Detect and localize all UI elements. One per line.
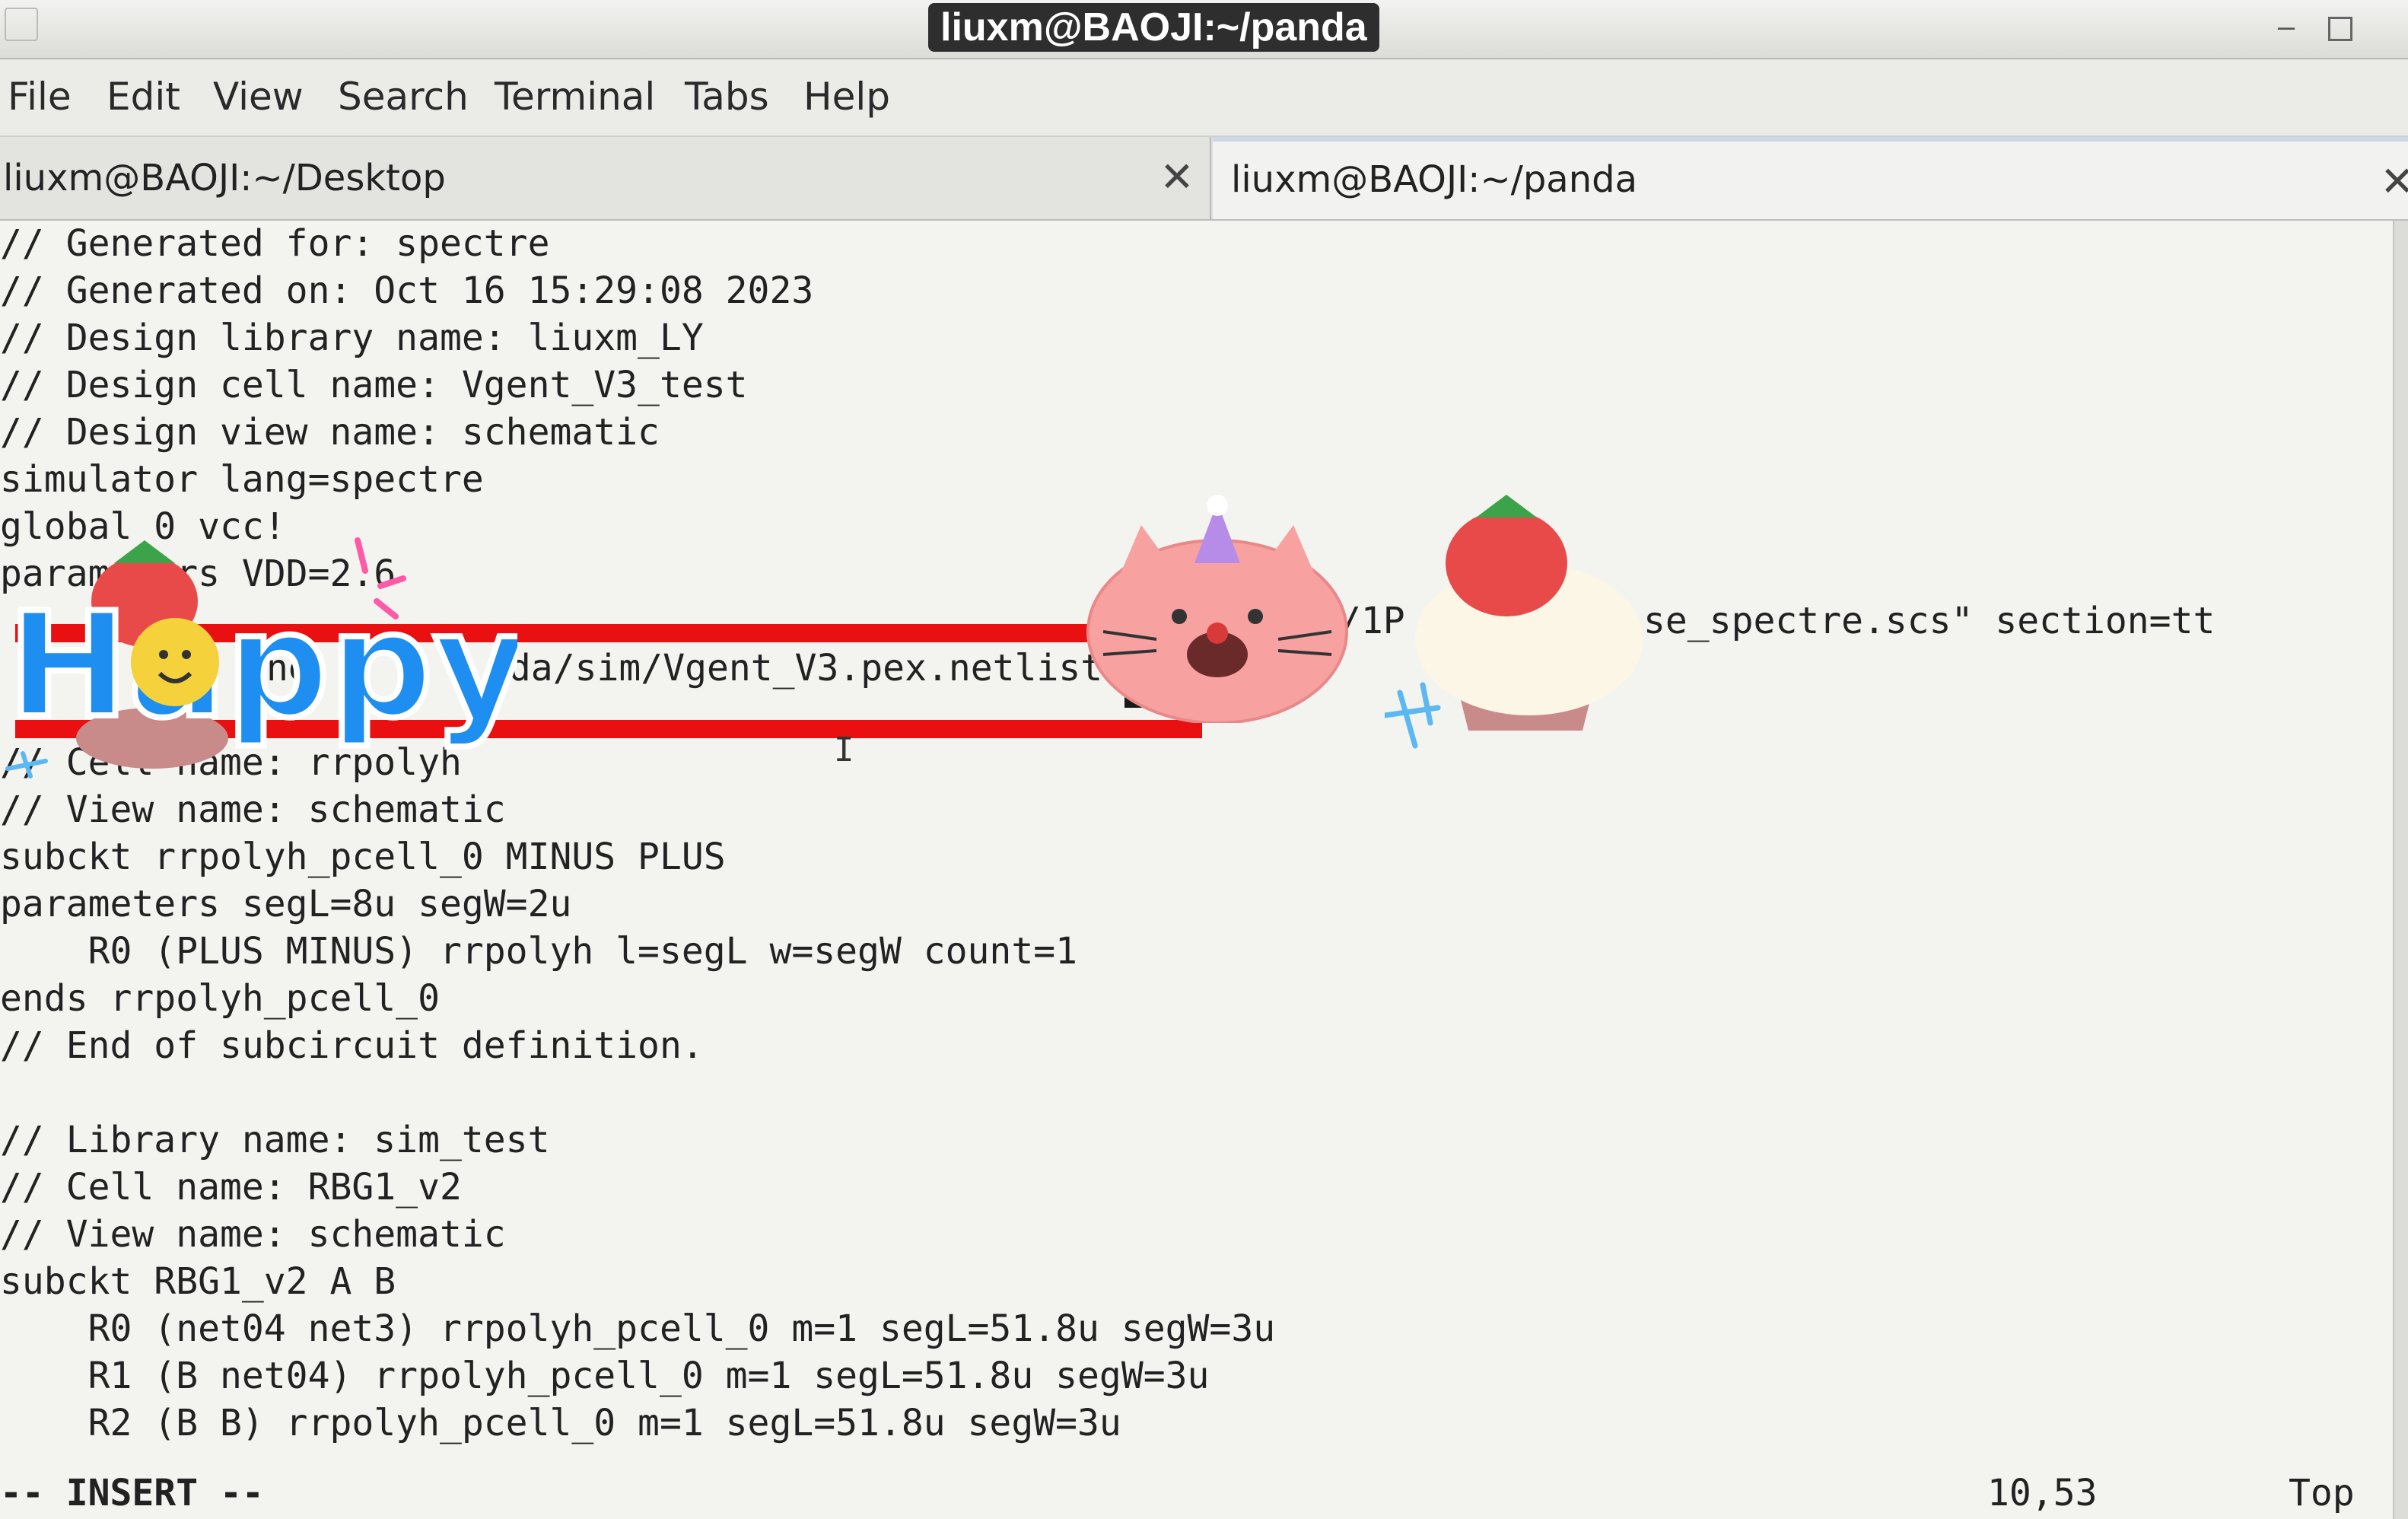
tab-label: liuxm@BAOJI:~/panda	[1231, 158, 1638, 201]
app-icon	[5, 8, 38, 41]
terminal-line: R2 (B B) rrpolyh_pcell_0 m=1 segL=51.8u …	[0, 1402, 1121, 1444]
insert-mode-indicator: -- INSERT --	[0, 1472, 264, 1514]
window-title: liuxm@BAOJI:~/panda	[928, 3, 1379, 52]
terminal-line-fragment: se_spectre.scs" section=tt	[1643, 600, 2216, 642]
terminal-line: // View name: schematic	[0, 788, 506, 831]
tab-bar: liuxm@BAOJI:~/Desktop ✕ liuxm@BAOJI:~/pa…	[0, 137, 2408, 221]
terminal-line: // Library name: sim_test	[0, 1119, 550, 1161]
terminal-line: ends rrpolyh_pcell_0	[0, 977, 440, 1020]
tab-label: liuxm@BAOJI:~/Desktop	[3, 157, 446, 199]
happy-sticker: Happy	[5, 537, 517, 779]
terminal-line: R1 (B net04) rrpolyh_pcell_0 m=1 segL=51…	[0, 1355, 1210, 1397]
terminal-line: // End of subcircuit definition.	[0, 1024, 704, 1067]
menu-edit[interactable]: Edit	[107, 75, 180, 119]
terminal-line: // Cell name: RBG1_v2	[0, 1166, 462, 1209]
terminal-line: // Generated for: spectre	[0, 222, 550, 265]
terminal-line: // View name: schematic	[0, 1213, 506, 1256]
happy-text: Happy	[8, 581, 517, 750]
terminal-line: subckt RBG1_v2 A B	[0, 1260, 396, 1303]
menu-search[interactable]: Search	[338, 75, 469, 119]
terminal-line: // Design cell name: Vgent_V3_test	[0, 364, 748, 406]
terminal-line: // Generated on: Oct 16 15:29:08 2023	[0, 269, 814, 312]
menu-terminal[interactable]: Terminal	[495, 75, 655, 119]
cupcake-sticker	[1385, 495, 1643, 749]
terminal-line: parameters segL=8u segW=2u	[0, 883, 572, 925]
cat-sticker	[1086, 495, 1348, 723]
menu-view[interactable]: View	[213, 75, 304, 119]
menu-help[interactable]: Help	[803, 75, 890, 119]
scroll-position: Top	[2289, 1472, 2355, 1514]
terminal-line: subckt rrpolyh_pcell_0 MINUS PLUS	[0, 836, 726, 878]
window-titlebar[interactable]: liuxm@BAOJI:~/panda –	[0, 0, 2408, 59]
cursor-position: 10,53	[1987, 1472, 2098, 1514]
terminal-output[interactable]: // Generated for: spectre // Generated o…	[0, 221, 2408, 1519]
terminal-line: // Design view name: schematic	[0, 411, 660, 454]
terminal-line: R0 (net04 net3) rrpolyh_pcell_0 m=1 segL…	[0, 1307, 1276, 1350]
close-icon[interactable]: ✕	[1156, 157, 1198, 198]
terminal-line: R0 (PLUS MINUS) rrpolyh l=segL w=segW co…	[0, 930, 1078, 973]
tab-panda[interactable]: liuxm@BAOJI:~/panda ✕	[1213, 137, 2408, 219]
maximize-icon[interactable]	[2328, 17, 2352, 41]
terminal-line-fragment: nda/sim/Vgent_V3.pex.netlist	[487, 647, 1103, 689]
terminal-line: // Design library name: liuxm_LY	[0, 317, 704, 359]
strawberry-icon	[1446, 510, 1567, 616]
menu-file[interactable]: File	[8, 75, 72, 119]
ibeam-cursor-icon: I	[834, 731, 854, 769]
sparkle-icon	[1385, 682, 1441, 749]
sparkle-icon	[5, 751, 48, 779]
menu-tabs[interactable]: Tabs	[685, 75, 769, 119]
minimize-icon[interactable]: –	[2267, 8, 2305, 46]
tab-desktop[interactable]: liuxm@BAOJI:~/Desktop ✕	[0, 137, 1211, 219]
close-icon[interactable]: ✕	[2377, 161, 2408, 202]
vim-status-line: -- INSERT -- 10,53 Top	[0, 1472, 2408, 1519]
scrollbar[interactable]	[2393, 221, 2408, 1519]
terminal-line: simulator lang=spectre	[0, 458, 484, 501]
menu-bar: File Edit View Search Terminal Tabs Help	[0, 59, 2408, 137]
